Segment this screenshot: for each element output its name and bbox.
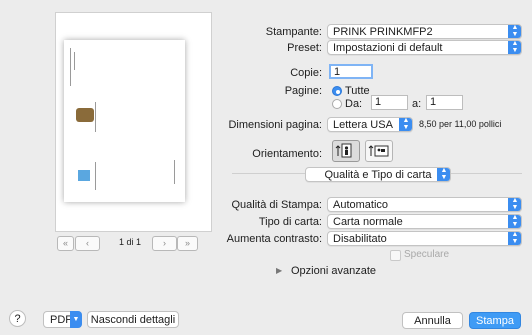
page-indicator: 1 di 1 — [119, 237, 142, 247]
last-page-button[interactable]: » — [177, 236, 198, 251]
advanced-options-label[interactable]: Opzioni avanzate — [291, 265, 376, 277]
chevron-down-icon: ▼ — [70, 311, 82, 328]
section-value: Qualità e Tipo di carta — [324, 169, 432, 181]
paper-size-label: Dimensioni pagina: — [228, 119, 322, 131]
chevron-updown-icon: ▲ ▼ — [508, 25, 521, 38]
help-button[interactable]: ? — [9, 310, 26, 327]
chevron-updown-icon: ▲ ▼ — [508, 232, 521, 245]
copies-input[interactable]: 1 — [329, 64, 373, 79]
chevron-updown-icon: ▲ ▼ — [437, 168, 450, 181]
chevron-updown-icon: ▲ ▼ — [508, 41, 521, 54]
preview-image — [76, 108, 94, 122]
paper-dimensions: 8,50 per 11,00 pollici — [419, 119, 502, 129]
pdf-menu-button[interactable]: PDF ▼ — [43, 311, 82, 328]
help-icon: ? — [14, 313, 21, 325]
pages-to-input[interactable]: 1 — [426, 95, 463, 110]
paper-size-value: Lettera USA — [333, 119, 393, 131]
pages-all-radio[interactable] — [332, 86, 342, 96]
mirror-label: Speculare — [404, 249, 450, 260]
print-quality-value: Automatico — [333, 199, 389, 211]
contrast-select[interactable]: Disabilitato ▲ ▼ — [327, 231, 522, 246]
portrait-button[interactable] — [332, 140, 360, 162]
cancel-button[interactable]: Annulla — [402, 312, 463, 329]
preview-page — [64, 40, 185, 202]
printer-select[interactable]: PRINK PRINKMFP2 ▲ ▼ — [327, 24, 522, 39]
printer-label: Stampante: — [265, 26, 322, 38]
copies-label: Copie: — [290, 67, 322, 79]
preset-select[interactable]: Impostazioni di default ▲ ▼ — [327, 40, 522, 55]
contrast-label: Aumenta contrasto: — [226, 233, 322, 245]
disclosure-triangle-icon[interactable]: ▶ — [276, 266, 282, 275]
landscape-button[interactable] — [365, 140, 393, 162]
paper-type-value: Carta normale — [333, 216, 403, 228]
paper-type-select[interactable]: Carta normale ▲ ▼ — [327, 214, 522, 229]
chevron-updown-icon: ▲ ▼ — [399, 118, 412, 131]
print-button[interactable]: Stampa — [469, 312, 521, 329]
pages-all-label: Tutte — [345, 85, 370, 97]
preset-value: Impostazioni di default — [333, 42, 443, 54]
chevron-updown-icon: ▲ ▼ — [508, 198, 521, 211]
pages-to-label: a: — [412, 98, 422, 110]
preset-label: Preset: — [287, 42, 322, 54]
first-page-button[interactable]: « — [57, 236, 74, 251]
orientation-label: Orientamento: — [252, 148, 322, 160]
print-quality-label: Qualità di Stampa: — [231, 199, 323, 211]
chevron-updown-icon: ▲ ▼ — [508, 215, 521, 228]
pdf-label: PDF — [50, 314, 72, 326]
preview-thumbnail — [78, 170, 90, 181]
next-page-button[interactable]: › — [152, 236, 177, 251]
pages-range-radio[interactable] — [332, 99, 342, 109]
previous-page-button[interactable]: ‹ — [75, 236, 100, 251]
paper-type-label: Tipo di carta: — [258, 216, 322, 228]
pages-label: Pagine: — [284, 85, 322, 97]
pages-from-label: Da: — [345, 98, 363, 110]
pages-from-input[interactable]: 1 — [371, 95, 408, 110]
contrast-value: Disabilitato — [333, 233, 387, 245]
paper-size-select[interactable]: Lettera USA ▲ ▼ — [327, 117, 413, 132]
print-quality-select[interactable]: Automatico ▲ ▼ — [327, 197, 522, 212]
mirror-checkbox[interactable] — [390, 250, 401, 261]
portrait-icon — [335, 143, 352, 158]
printer-value: PRINK PRINKMFP2 — [333, 26, 433, 38]
section-select[interactable]: Qualità e Tipo di carta ▲ ▼ — [305, 167, 451, 182]
hide-details-button[interactable]: Nascondi dettagli — [87, 311, 179, 328]
landscape-icon — [368, 145, 389, 157]
